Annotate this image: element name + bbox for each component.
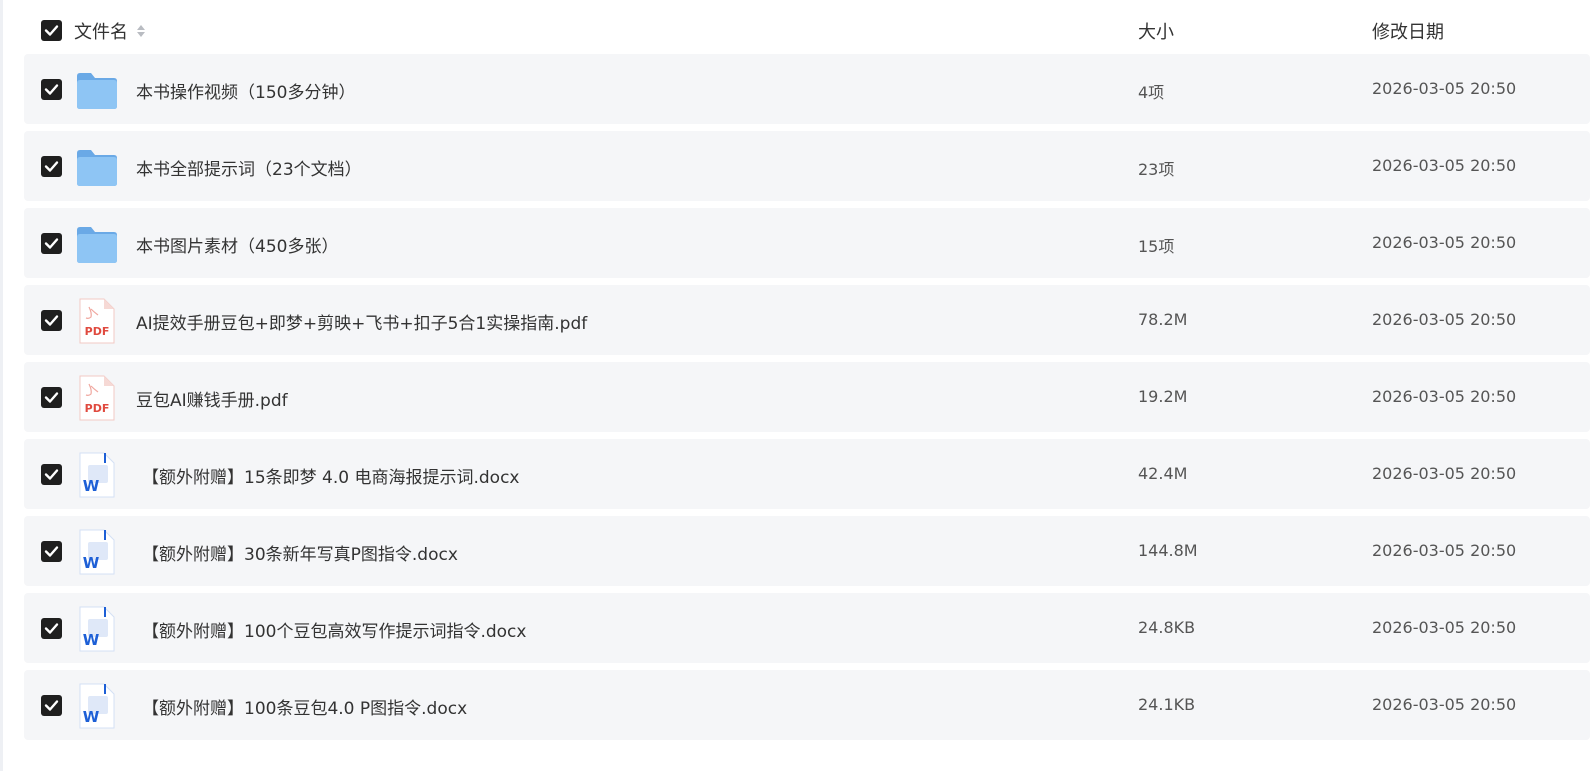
check-icon [44, 84, 59, 95]
column-header-date[interactable]: 修改日期 [1372, 18, 1444, 44]
svg-text:W: W [83, 631, 100, 649]
folder-icon [74, 66, 120, 114]
file-modified-date: 2026-03-05 20:50 [1372, 618, 1517, 637]
row-checkbox[interactable] [41, 695, 62, 716]
file-modified-date: 2026-03-05 20:50 [1372, 79, 1517, 98]
file-rows: 本书操作视频（150多分钟） 4项 2026-03-05 20:50 本书全部提示词… [24, 54, 1590, 740]
pdf-file-icon: PDF [74, 297, 120, 345]
column-header-name[interactable]: 文件名 [74, 18, 146, 44]
pdf-file-icon: PDF [74, 374, 120, 422]
sort-updown-icon[interactable] [136, 23, 146, 39]
svg-text:W: W [83, 708, 100, 726]
row-checkbox[interactable] [41, 156, 62, 177]
file-modified-date: 2026-03-05 20:50 [1372, 387, 1517, 406]
word-file-icon: W [74, 605, 120, 653]
file-modified-date: 2026-03-05 20:50 [1372, 156, 1517, 175]
file-name[interactable]: 豆包AI赚钱手册.pdf [136, 386, 288, 411]
file-row[interactable]: PDF 豆包AI赚钱手册.pdf 19.2M 2026-03-05 20:50 [24, 362, 1590, 432]
file-row[interactable]: 本书操作视频（150多分钟） 4项 2026-03-05 20:50 [24, 54, 1590, 124]
file-size: 144.8M [1138, 541, 1198, 560]
word-file-icon: W [74, 451, 120, 499]
svg-text:PDF: PDF [85, 402, 110, 415]
column-header-name-label: 文件名 [74, 22, 128, 43]
file-modified-date: 2026-03-05 20:50 [1372, 695, 1517, 714]
file-row[interactable]: W 【额外附赠】100条豆包4.0 P图指令.docx 24.1KB 2026-03… [24, 670, 1590, 740]
file-name[interactable]: 本书操作视频（150多分钟） [136, 78, 355, 103]
file-name[interactable]: AI提效手册豆包+即梦+剪映+飞书+扣子5合1实操指南.pdf [136, 309, 587, 334]
svg-text:PDF: PDF [85, 325, 110, 338]
check-icon [44, 161, 59, 172]
file-size: 78.2M [1138, 310, 1188, 329]
file-modified-date: 2026-03-05 20:50 [1372, 310, 1517, 329]
file-name[interactable]: 本书全部提示词（23个文档） [136, 155, 362, 180]
select-all-checkbox[interactable] [41, 20, 62, 41]
row-checkbox[interactable] [41, 387, 62, 408]
file-name[interactable]: 本书图片素材（450多张） [136, 232, 338, 257]
file-row[interactable]: W 【额外附赠】15条即梦 4.0 电商海报提示词.docx 42.4M 2026-… [24, 439, 1590, 509]
check-icon [44, 546, 59, 557]
file-modified-date: 2026-03-05 20:50 [1372, 233, 1517, 252]
file-size: 4项 [1138, 83, 1165, 102]
left-panel-edge [0, 0, 3, 771]
file-row[interactable]: W 【额外附赠】30条新年写真P图指令.docx 144.8M 2026-03-05… [24, 516, 1590, 586]
check-icon [44, 623, 59, 634]
check-icon [44, 700, 59, 711]
file-row[interactable]: 本书全部提示词（23个文档） 23项 2026-03-05 20:50 [24, 131, 1590, 201]
file-name[interactable]: 【额外附赠】100个豆包高效写作提示词指令.docx [142, 617, 526, 642]
row-checkbox[interactable] [41, 541, 62, 562]
file-row[interactable]: PDF AI提效手册豆包+即梦+剪映+飞书+扣子5合1实操指南.pdf 78.2M… [24, 285, 1590, 355]
check-icon [44, 469, 59, 480]
file-name[interactable]: 【额外附赠】30条新年写真P图指令.docx [142, 540, 458, 565]
word-file-icon: W [74, 682, 120, 730]
check-icon [44, 315, 59, 326]
row-checkbox[interactable] [41, 310, 62, 331]
svg-text:W: W [83, 477, 100, 495]
check-icon [44, 25, 59, 36]
file-size: 23项 [1138, 160, 1175, 179]
file-modified-date: 2026-03-05 20:50 [1372, 541, 1517, 560]
row-checkbox[interactable] [41, 464, 62, 485]
file-row[interactable]: 本书图片素材（450多张） 15项 2026-03-05 20:50 [24, 208, 1590, 278]
file-list-header: 文件名 大小 修改日期 [24, 0, 1590, 54]
file-list: 文件名 大小 修改日期 本书操作视频（150多分钟） 4项 2026-03-05 2… [24, 0, 1590, 747]
file-size: 24.1KB [1138, 695, 1196, 714]
file-size: 24.8KB [1138, 618, 1196, 637]
row-checkbox[interactable] [41, 233, 62, 254]
folder-icon [74, 143, 120, 191]
folder-icon [74, 220, 120, 268]
row-checkbox[interactable] [41, 79, 62, 100]
file-name[interactable]: 【额外附赠】100条豆包4.0 P图指令.docx [142, 694, 467, 719]
check-icon [44, 392, 59, 403]
file-name[interactable]: 【额外附赠】15条即梦 4.0 电商海报提示词.docx [142, 463, 519, 488]
row-checkbox[interactable] [41, 618, 62, 639]
svg-text:W: W [83, 554, 100, 572]
check-icon [44, 238, 59, 249]
column-header-size[interactable]: 大小 [1138, 18, 1174, 44]
file-size: 15项 [1138, 237, 1175, 256]
file-row[interactable]: W 【额外附赠】100个豆包高效写作提示词指令.docx 24.8KB 2026-0… [24, 593, 1590, 663]
file-size: 19.2M [1138, 387, 1188, 406]
file-size: 42.4M [1138, 464, 1188, 483]
file-modified-date: 2026-03-05 20:50 [1372, 464, 1517, 483]
word-file-icon: W [74, 528, 120, 576]
